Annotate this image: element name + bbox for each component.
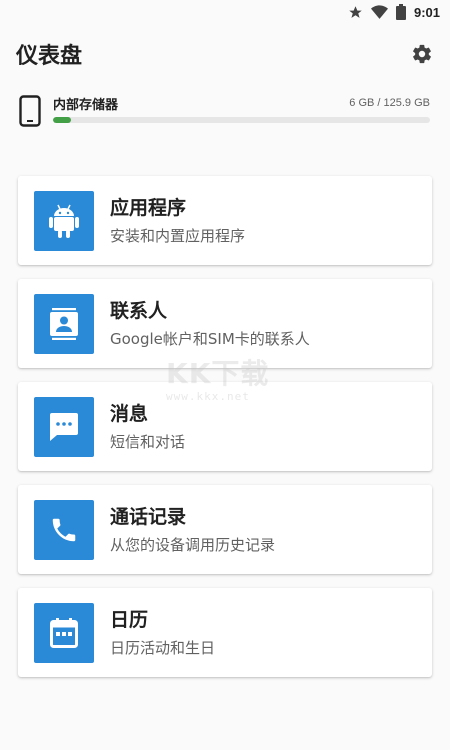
storage-label: 内部存储器 — [53, 97, 119, 113]
settings-button[interactable] — [408, 40, 436, 68]
card-title: 通话记录 — [110, 505, 187, 528]
battery-icon — [395, 4, 406, 20]
calendar-icon — [34, 602, 94, 663]
phone-icon — [34, 499, 94, 560]
dashboard-cards: 应用程序 安装和内置应用程序 联系人 Google帐户和SIM卡的联系人 消息 … — [0, 176, 450, 677]
card-apps[interactable]: 应用程序 安装和内置应用程序 — [18, 176, 432, 265]
storage-size: 6 GB / 125.9 GB — [349, 97, 430, 109]
card-call-log[interactable]: 通话记录 从您的设备调用历史记录 — [18, 485, 432, 574]
card-subtitle: Google帐户和SIM卡的联系人 — [110, 329, 310, 348]
app-bar: 仪表盘 — [0, 24, 450, 84]
page-title: 仪表盘 — [16, 44, 83, 69]
status-time: 9:01 — [413, 4, 440, 20]
card-subtitle: 日历活动和生日 — [110, 638, 216, 657]
card-calendar[interactable]: 日历 日历活动和生日 — [18, 588, 432, 677]
card-subtitle: 短信和对话 — [110, 432, 186, 451]
star-icon — [349, 5, 362, 18]
message-icon — [34, 396, 94, 457]
storage-progress-fill — [53, 117, 71, 123]
card-title: 应用程序 — [110, 196, 187, 219]
smartphone-icon — [19, 95, 41, 131]
card-title: 消息 — [110, 402, 149, 425]
card-title: 日历 — [110, 608, 149, 631]
card-subtitle: 从您的设备调用历史记录 — [110, 535, 276, 554]
card-contacts[interactable]: 联系人 Google帐户和SIM卡的联系人 — [18, 279, 432, 368]
card-subtitle: 安装和内置应用程序 — [110, 226, 246, 245]
contacts-icon — [34, 293, 94, 354]
wifi-icon — [370, 4, 388, 19]
storage-section[interactable]: 内部存储器 6 GB / 125.9 GB — [0, 84, 450, 142]
card-title: 联系人 — [110, 299, 168, 322]
storage-progress-bar — [53, 117, 430, 123]
status-bar: 9:01 — [0, 0, 450, 24]
card-messages[interactable]: 消息 短信和对话 — [18, 382, 432, 471]
gear-icon — [413, 44, 431, 64]
android-icon — [34, 190, 94, 251]
